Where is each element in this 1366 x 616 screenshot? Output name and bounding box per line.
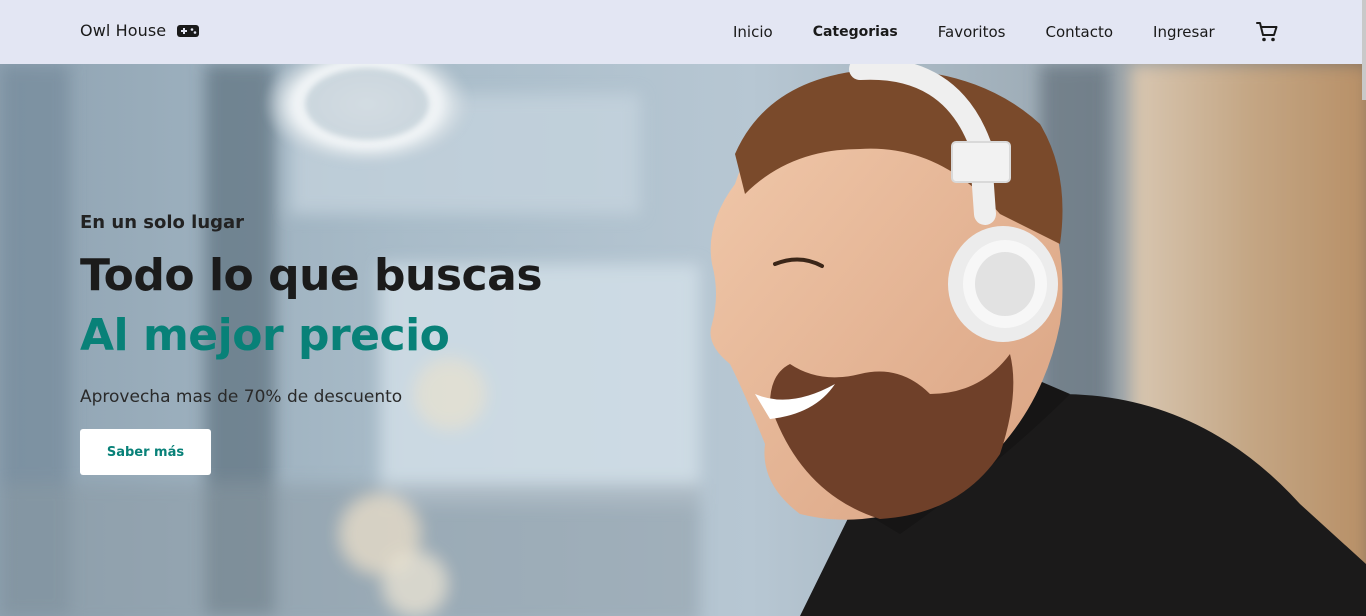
nav-ingresar[interactable]: Ingresar	[1153, 23, 1215, 41]
brand[interactable]: Owl House	[80, 21, 200, 40]
hero-subtitle: Aprovecha mas de 70% de descuento	[80, 387, 403, 407]
page-scrollbar[interactable]	[1362, 0, 1366, 100]
brand-name: Owl House	[80, 21, 167, 40]
hero-headline: Todo lo que buscas	[80, 250, 543, 301]
hero-eyebrow: En un solo lugar	[80, 212, 245, 233]
nav-inicio[interactable]: Inicio	[733, 23, 773, 41]
top-navbar: Owl House Inicio Categorias Favoritos Co…	[0, 0, 1366, 64]
main-nav: Inicio Categorias Favoritos Contacto Ing…	[713, 21, 1279, 43]
learn-more-button[interactable]: Saber más	[80, 429, 211, 475]
hero-banner: En un solo lugar Todo lo que buscas Al m…	[0, 64, 1366, 616]
gamepad-icon	[176, 24, 200, 38]
nav-categorias[interactable]: Categorias	[813, 24, 898, 40]
nav-contacto[interactable]: Contacto	[1045, 23, 1113, 41]
hero-accent-line: Al mejor precio	[80, 310, 450, 361]
cart-icon[interactable]	[1255, 21, 1279, 43]
nav-favoritos[interactable]: Favoritos	[938, 23, 1006, 41]
